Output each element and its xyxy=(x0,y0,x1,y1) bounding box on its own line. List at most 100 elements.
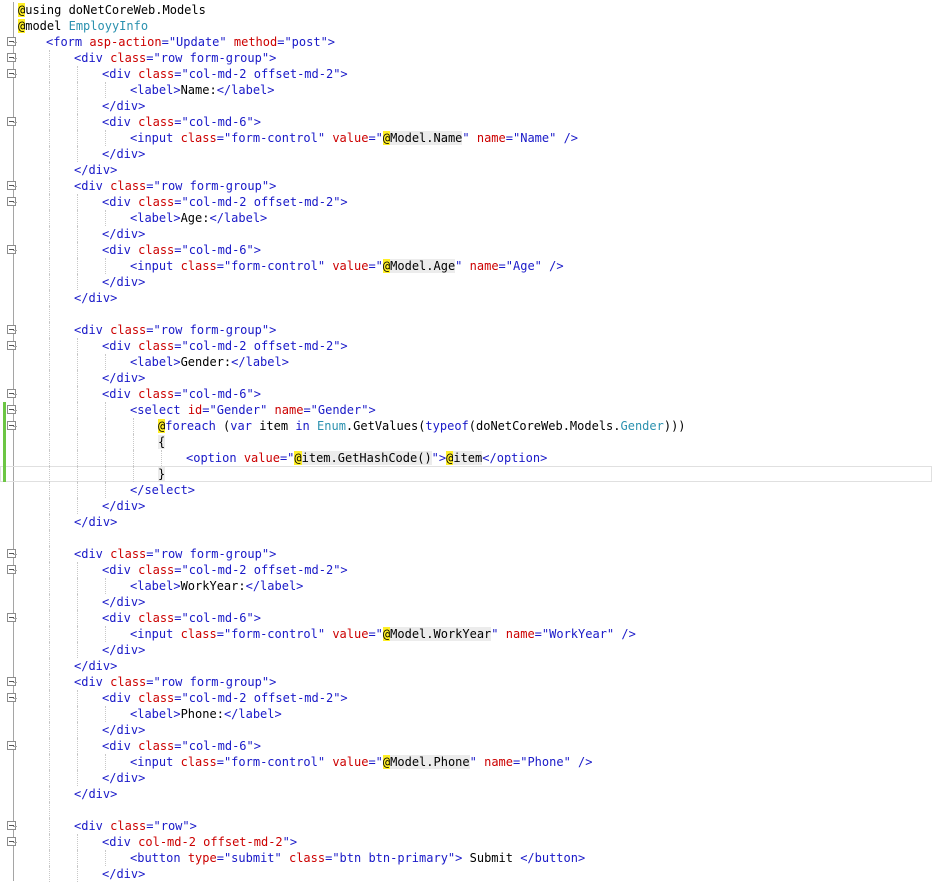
code-text[interactable]: <div class="col-md-6"> xyxy=(102,114,261,130)
code-text[interactable]: @using doNetCoreWeb.Models xyxy=(18,2,206,18)
code-text[interactable]: <div class="row form-group"> xyxy=(74,546,276,562)
code-text[interactable]: <label>Name:</label> xyxy=(130,82,275,98)
code-line[interactable]: </div> xyxy=(0,722,932,738)
code-text[interactable]: <select id="Gender" name="Gender"> xyxy=(130,402,376,418)
code-text[interactable]: <div class="row form-group"> xyxy=(74,178,276,194)
code-text[interactable]: <input class="form-control" value="@Mode… xyxy=(130,130,578,146)
code-line[interactable]: @using doNetCoreWeb.Models xyxy=(0,2,932,18)
code-text[interactable]: <div class="col-md-6"> xyxy=(102,386,261,402)
code-line[interactable]: </div> xyxy=(0,658,932,674)
code-line[interactable]: </select> xyxy=(0,482,932,498)
code-line[interactable]: <input class="form-control" value="@Mode… xyxy=(0,626,932,642)
code-line[interactable]: </div> xyxy=(0,594,932,610)
code-line[interactable]: <div class="col-md-2 offset-md-2"> xyxy=(0,690,932,706)
code-text[interactable]: <div class="col-md-6"> xyxy=(102,738,261,754)
code-line[interactable]: </div> xyxy=(0,770,932,786)
code-text[interactable]: </div> xyxy=(102,642,145,658)
code-line[interactable]: <option value="@item.GetHashCode()">@ite… xyxy=(0,450,932,466)
code-line[interactable]: <input class="form-control" value="@Mode… xyxy=(0,258,932,274)
code-line[interactable]: <input class="form-control" value="@Mode… xyxy=(0,130,932,146)
code-text[interactable]: <form asp-action="Update" method="post"> xyxy=(46,34,335,50)
code-text[interactable]: </div> xyxy=(74,786,117,802)
code-line[interactable]: <div class="col-md-6"> xyxy=(0,114,932,130)
code-text[interactable]: <div class="row form-group"> xyxy=(74,674,276,690)
code-line[interactable]: <label>Age:</label> xyxy=(0,210,932,226)
code-text[interactable]: } xyxy=(158,466,166,482)
code-text[interactable]: <option value="@item.GetHashCode()">@ite… xyxy=(186,450,547,466)
code-line[interactable]: <button type="submit" class="btn btn-pri… xyxy=(0,850,932,866)
code-text[interactable]: <label>Age:</label> xyxy=(130,210,267,226)
code-line[interactable]: <div class="row"> xyxy=(0,818,932,834)
code-line[interactable]: </div> xyxy=(0,642,932,658)
code-line[interactable]: <div class="col-md-6"> xyxy=(0,242,932,258)
code-text[interactable]: </div> xyxy=(102,594,145,610)
code-line[interactable]: @model EmployyInfo xyxy=(0,18,932,34)
code-line[interactable]: <label>Gender:</label> xyxy=(0,354,932,370)
code-text[interactable]: </div> xyxy=(102,370,145,386)
code-line[interactable]: </div> xyxy=(0,786,932,802)
code-text[interactable]: </div> xyxy=(102,770,145,786)
code-text[interactable]: <div class="col-md-6"> xyxy=(102,610,261,626)
code-line[interactable]: <select id="Gender" name="Gender"> xyxy=(0,402,932,418)
code-text[interactable]: <div class="row form-group"> xyxy=(74,50,276,66)
code-text[interactable]: </div> xyxy=(102,866,145,882)
code-text[interactable]: </div> xyxy=(102,722,145,738)
code-line[interactable]: <div class="col-md-6"> xyxy=(0,386,932,402)
code-line[interactable]: </div> xyxy=(0,146,932,162)
code-line[interactable]: <input class="form-control" value="@Mode… xyxy=(0,754,932,770)
code-line[interactable]: </div> xyxy=(0,498,932,514)
code-text[interactable]: <input class="form-control" value="@Mode… xyxy=(130,754,592,770)
code-line[interactable] xyxy=(0,306,932,322)
code-line[interactable]: { xyxy=(0,434,932,450)
code-text[interactable]: <div class="col-md-2 offset-md-2"> xyxy=(102,690,348,706)
code-line[interactable]: <div class="col-md-2 offset-md-2"> xyxy=(0,562,932,578)
code-text[interactable]: <div class="col-md-2 offset-md-2"> xyxy=(102,338,348,354)
code-text[interactable]: <div class="col-md-2 offset-md-2"> xyxy=(102,66,348,82)
code-text[interactable]: </div> xyxy=(102,146,145,162)
code-text[interactable]: <div class="col-md-2 offset-md-2"> xyxy=(102,194,348,210)
code-text[interactable]: @model EmployyInfo xyxy=(18,18,148,34)
code-line[interactable] xyxy=(0,530,932,546)
code-line[interactable]: <div class="col-md-6"> xyxy=(0,610,932,626)
code-text[interactable]: @foreach (var item in Enum.GetValues(typ… xyxy=(158,418,686,434)
code-line[interactable]: </div> xyxy=(0,226,932,242)
code-line[interactable]: </div> xyxy=(0,274,932,290)
code-text[interactable]: <div class="row form-group"> xyxy=(74,322,276,338)
code-text[interactable]: <label>Phone:</label> xyxy=(130,706,282,722)
code-text[interactable]: <div class="col-md-2 offset-md-2"> xyxy=(102,562,348,578)
code-line[interactable]: <div col-md-2 offset-md-2"> xyxy=(0,834,932,850)
code-text[interactable]: </div> xyxy=(74,162,117,178)
code-line[interactable]: </div> xyxy=(0,98,932,114)
code-text[interactable]: <input class="form-control" value="@Mode… xyxy=(130,626,636,642)
code-text[interactable]: <div class="col-md-6"> xyxy=(102,242,261,258)
code-line[interactable]: </div> xyxy=(0,162,932,178)
code-text[interactable]: <label>Gender:</label> xyxy=(130,354,289,370)
code-line[interactable]: } xyxy=(0,466,932,482)
code-text[interactable]: </div> xyxy=(102,274,145,290)
code-text[interactable]: <button type="submit" class="btn btn-pri… xyxy=(130,850,585,866)
code-line[interactable]: @foreach (var item in Enum.GetValues(typ… xyxy=(0,418,932,434)
code-line[interactable]: <div class="row form-group"> xyxy=(0,178,932,194)
code-line[interactable]: <div class="row form-group"> xyxy=(0,50,932,66)
code-line[interactable]: </div> xyxy=(0,290,932,306)
code-text[interactable]: </div> xyxy=(102,226,145,242)
code-line[interactable]: <div class="col-md-2 offset-md-2"> xyxy=(0,194,932,210)
code-text[interactable]: </select> xyxy=(130,482,195,498)
code-line[interactable]: </div> xyxy=(0,514,932,530)
code-line[interactable]: <div class="row form-group"> xyxy=(0,674,932,690)
code-line[interactable]: <label>Name:</label> xyxy=(0,82,932,98)
code-text[interactable]: </div> xyxy=(74,514,117,530)
code-line[interactable]: <div class="row form-group"> xyxy=(0,546,932,562)
code-line[interactable] xyxy=(0,802,932,818)
code-line[interactable]: <form asp-action="Update" method="post"> xyxy=(0,34,932,50)
code-line[interactable]: <div class="row form-group"> xyxy=(0,322,932,338)
code-text[interactable]: <div class="row"> xyxy=(74,818,197,834)
code-text[interactable]: </div> xyxy=(74,290,117,306)
code-text[interactable]: <div col-md-2 offset-md-2"> xyxy=(102,834,297,850)
code-line[interactable]: <div class="col-md-6"> xyxy=(0,738,932,754)
code-line[interactable]: </div> xyxy=(0,370,932,386)
code-text[interactable]: <input class="form-control" value="@Mode… xyxy=(130,258,564,274)
code-line[interactable]: </div> xyxy=(0,866,932,882)
code-line[interactable]: <label>WorkYear:</label> xyxy=(0,578,932,594)
code-text[interactable]: <label>WorkYear:</label> xyxy=(130,578,303,594)
